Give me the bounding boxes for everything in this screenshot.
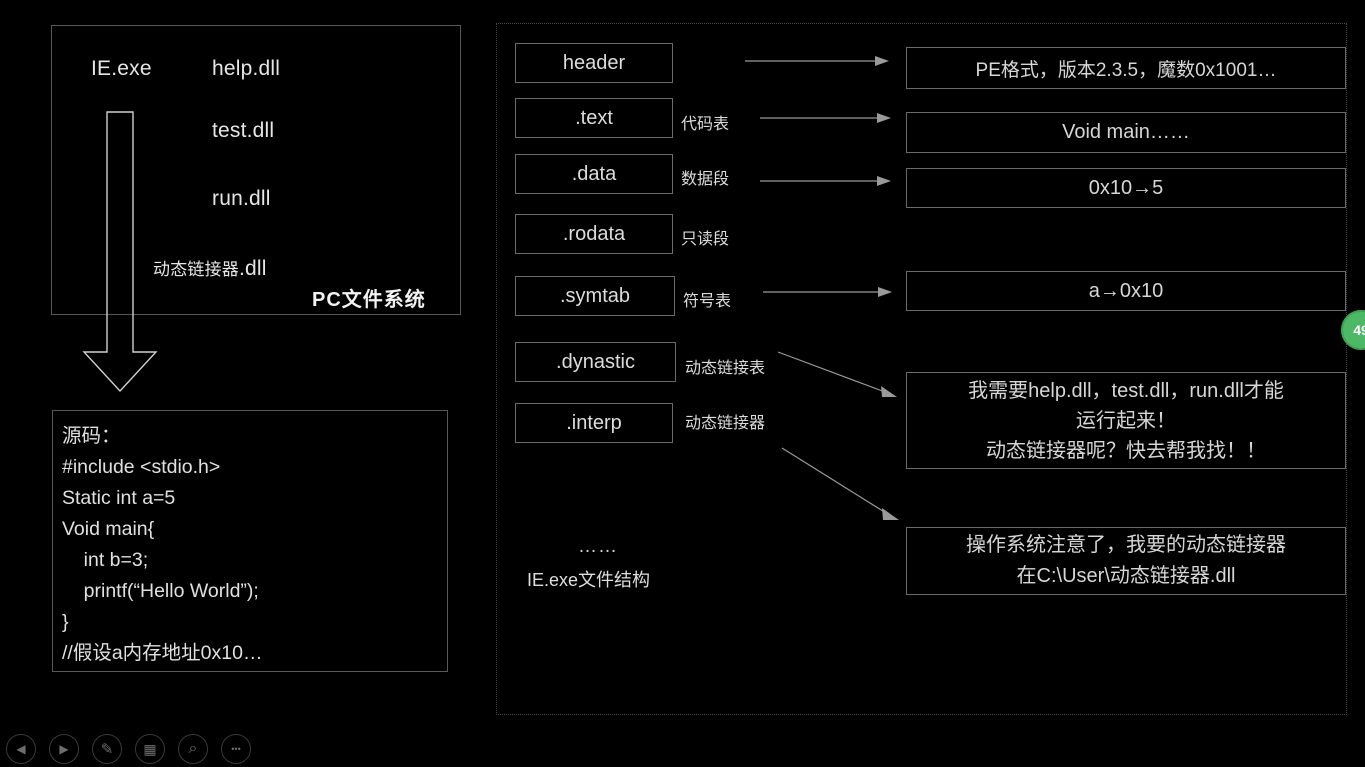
section-label-interp-cn: 动态链接器	[685, 415, 766, 432]
source-line: }	[62, 611, 69, 633]
section-box-header: header	[515, 43, 673, 83]
page-number-badge-label: 49	[1353, 322, 1365, 338]
section-box-interp: .interp	[515, 403, 673, 443]
arrow-header-to-value-icon	[745, 50, 890, 74]
section-box-symtab: .symtab	[515, 276, 675, 316]
section-box-data: .data	[515, 154, 673, 194]
pc-filesystem-title: PC文件系统	[312, 289, 426, 311]
section-label-rodata-cn: 只读段	[681, 231, 730, 248]
value-box-header: PE格式，版本2.3.5，魔数0x1001…	[906, 47, 1346, 89]
compile-flow-arrow-icon	[82, 111, 158, 393]
source-line: Void main{	[62, 518, 155, 540]
thumbnail-glyph: ▦	[143, 740, 157, 757]
callout-interp-line-2: 在C:\User\动态链接器.dll	[1016, 565, 1236, 587]
value-box-symtab: a→0x10	[906, 271, 1346, 311]
arrow-interp-to-callout-icon	[781, 447, 900, 526]
callout-box-interp: 操作系统注意了，我要的动态链接器 在C:\User\动态链接器.dll	[906, 527, 1346, 595]
zoom-glyph: ⌕	[188, 740, 198, 757]
section-box-rodata: .rodata	[515, 214, 673, 254]
value-box-data: 0x10→5	[906, 168, 1346, 208]
section-box-dynastic: .dynastic	[515, 342, 676, 382]
pen-icon[interactable]: ✎	[92, 734, 122, 764]
previous-icon[interactable]: ◀	[6, 734, 36, 764]
source-line: int b=3;	[62, 549, 149, 571]
zoom-icon[interactable]: ⌕	[178, 734, 208, 764]
section-label-text-cn: 代码表	[681, 116, 730, 133]
thumbnail-icon[interactable]: ▦	[135, 734, 165, 764]
section-label-dynastic-cn: 动态链接表	[685, 360, 766, 377]
more-glyph: •••	[231, 744, 241, 754]
previous-glyph: ◀	[16, 742, 26, 756]
fs-item-ie-exe: IE.exe	[91, 57, 152, 80]
arrow-data-to-value-icon	[760, 170, 892, 194]
source-line: #include <stdio.h>	[62, 456, 221, 478]
section-label-data-cn: 数据段	[681, 171, 730, 188]
section-box-text: .text	[515, 98, 673, 138]
fs-dynamic-linker-cn: 动态链接器	[153, 260, 239, 279]
next-icon[interactable]: ▶	[49, 734, 79, 764]
callout-dynastic-line-3: 动态链接器呢？快去帮我找！！	[986, 439, 1266, 462]
next-glyph: ▶	[59, 742, 69, 756]
section-label-symtab-cn: 符号表	[683, 293, 732, 310]
value-box-symtab-text: a→0x10	[1088, 279, 1164, 302]
arrow-text-to-value-icon	[760, 107, 892, 131]
fs-item-help-dll: help.dll	[212, 57, 281, 80]
callout-box-dynastic: 我需要help.dll，test.dll，run.dll才能 运行起来！ 动态链…	[906, 372, 1346, 469]
value-box-data-text: 0x10→5	[1088, 176, 1164, 199]
source-line: //假设a内存地址0x10…	[62, 642, 263, 664]
callout-dynastic-line-1: 我需要help.dll，test.dll，run.dll才能	[968, 379, 1284, 402]
callout-dynastic-line-2: 运行起来！	[1076, 409, 1176, 432]
source-line: 源码：	[62, 425, 121, 447]
more-icon[interactable]: •••	[221, 734, 251, 764]
source-line: printf(“Hello World”);	[62, 580, 259, 602]
arrow-symtab-to-value-icon	[763, 281, 893, 305]
fs-item-test-dll: test.dll	[212, 119, 275, 142]
fs-dynamic-linker-ext: .dll	[239, 257, 267, 280]
arrow-dynastic-to-callout-icon	[777, 351, 898, 404]
callout-interp-line-1: 操作系统注意了，我要的动态链接器	[966, 534, 1286, 556]
value-box-header-text: PE格式，版本2.3.5，魔数0x1001…	[975, 59, 1277, 81]
structure-ellipsis: ……	[578, 536, 618, 557]
fs-item-run-dll: run.dll	[212, 187, 271, 210]
source-line: Static int a=5	[62, 487, 176, 509]
structure-caption: IE.exe文件结构	[527, 570, 651, 590]
value-box-text-text: Void main……	[1062, 121, 1190, 143]
fs-item-dynamic-linker-dll: 动态链接器.dll	[153, 255, 267, 281]
player-toolbar[interactable]: ◀ ▶ ✎ ▦ ⌕ •••	[6, 734, 251, 764]
pen-glyph: ✎	[100, 741, 114, 758]
value-box-text: Void main……	[906, 112, 1346, 153]
source-code-box: 源码： #include <stdio.h> Static int a=5 Vo…	[52, 410, 448, 672]
